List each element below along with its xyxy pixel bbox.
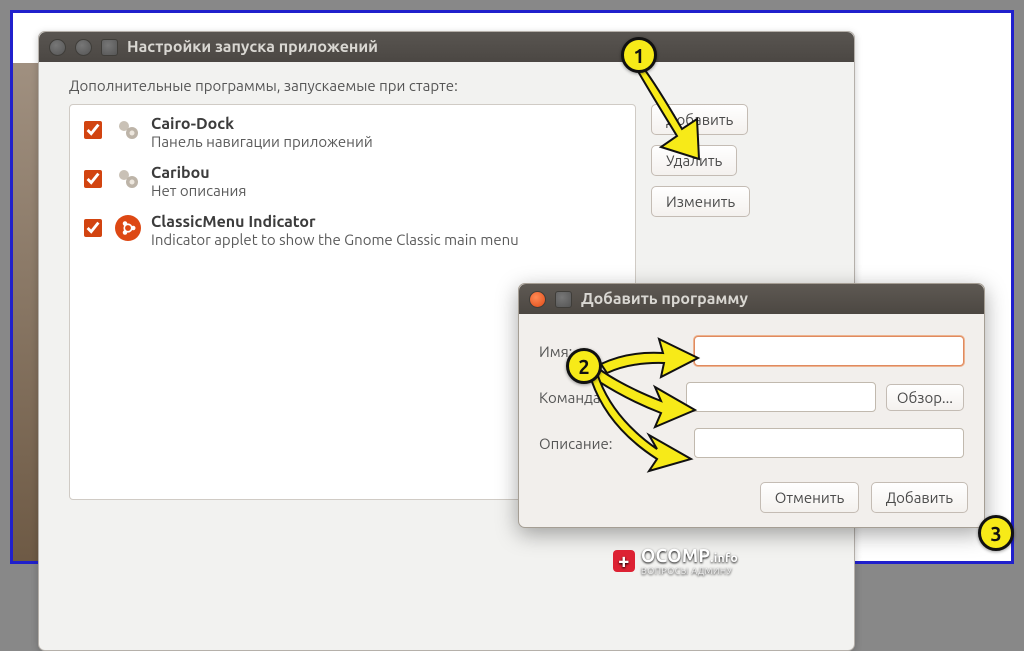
app-desc: Indicator applet to show the Gnome Class… — [151, 231, 519, 248]
app-name: Cairo-Dock — [151, 115, 373, 133]
list-item[interactable]: Cairo-Dock Панель навигации приложений — [70, 109, 635, 158]
annotation-marker-3: 3 — [978, 515, 1014, 551]
window-minimize-icon[interactable] — [75, 39, 92, 56]
dialog-maximize-icon[interactable] — [555, 291, 572, 308]
watermark: + OCOMP.info ВОПРОСЫ АДМИНУ — [613, 546, 738, 576]
dialog-close-icon[interactable] — [529, 291, 546, 308]
command-input[interactable] — [686, 382, 876, 412]
ubuntu-icon — [115, 215, 141, 241]
window-title: Настройки запуска приложений — [127, 38, 378, 56]
app-desc: Панель навигации приложений — [151, 133, 373, 150]
dialog-title: Добавить программу — [581, 290, 748, 308]
app-enabled-checkbox[interactable] — [84, 121, 102, 139]
watermark-brand: OCOMP — [641, 546, 710, 566]
dialog-buttons: Отменить Добавить — [519, 478, 984, 513]
add-program-dialog: Добавить программу Имя: Команда: Обзор..… — [518, 283, 985, 528]
edit-button[interactable]: Изменить — [651, 186, 750, 217]
watermark-tagline: ВОПРОСЫ АДМИНУ — [641, 566, 738, 576]
desc-label: Описание: — [539, 435, 639, 452]
desc-input[interactable] — [694, 428, 964, 458]
app-enabled-checkbox[interactable] — [84, 219, 102, 237]
browse-button[interactable]: Обзор... — [886, 384, 964, 411]
app-desc: Нет описания — [151, 182, 247, 199]
name-input[interactable] — [694, 336, 964, 366]
screenshot-frame: Настройки запуска приложений Дополнитель… — [10, 10, 1014, 564]
side-buttons: Добавить Удалить Изменить — [651, 104, 781, 227]
section-label: Дополнительные программы, запускаемые пр… — [69, 77, 834, 94]
list-item[interactable]: ClassicMenu Indicator Indicator applet t… — [70, 207, 635, 256]
window-close-icon[interactable] — [49, 39, 66, 56]
gears-icon — [115, 117, 141, 143]
annotation-marker-2: 2 — [566, 348, 602, 384]
dialog-title-bar[interactable]: Добавить программу — [519, 284, 984, 314]
cancel-button[interactable]: Отменить — [760, 482, 860, 513]
app-name: Caribou — [151, 164, 247, 182]
desktop-bg-sliver — [13, 63, 38, 561]
command-label: Команда: — [539, 389, 627, 406]
watermark-tld: .info — [710, 552, 738, 565]
title-bar[interactable]: Настройки запуска приложений — [39, 32, 854, 62]
watermark-plus-icon: + — [613, 550, 635, 572]
annotation-marker-1: 1 — [621, 37, 657, 73]
window-maximize-icon[interactable] — [101, 39, 118, 56]
gears-icon — [115, 166, 141, 192]
dialog-add-button[interactable]: Добавить — [871, 482, 968, 513]
app-enabled-checkbox[interactable] — [84, 170, 102, 188]
app-name: ClassicMenu Indicator — [151, 213, 519, 231]
list-item[interactable]: Caribou Нет описания — [70, 158, 635, 207]
add-button[interactable]: Добавить — [651, 104, 748, 135]
remove-button[interactable]: Удалить — [651, 145, 737, 176]
